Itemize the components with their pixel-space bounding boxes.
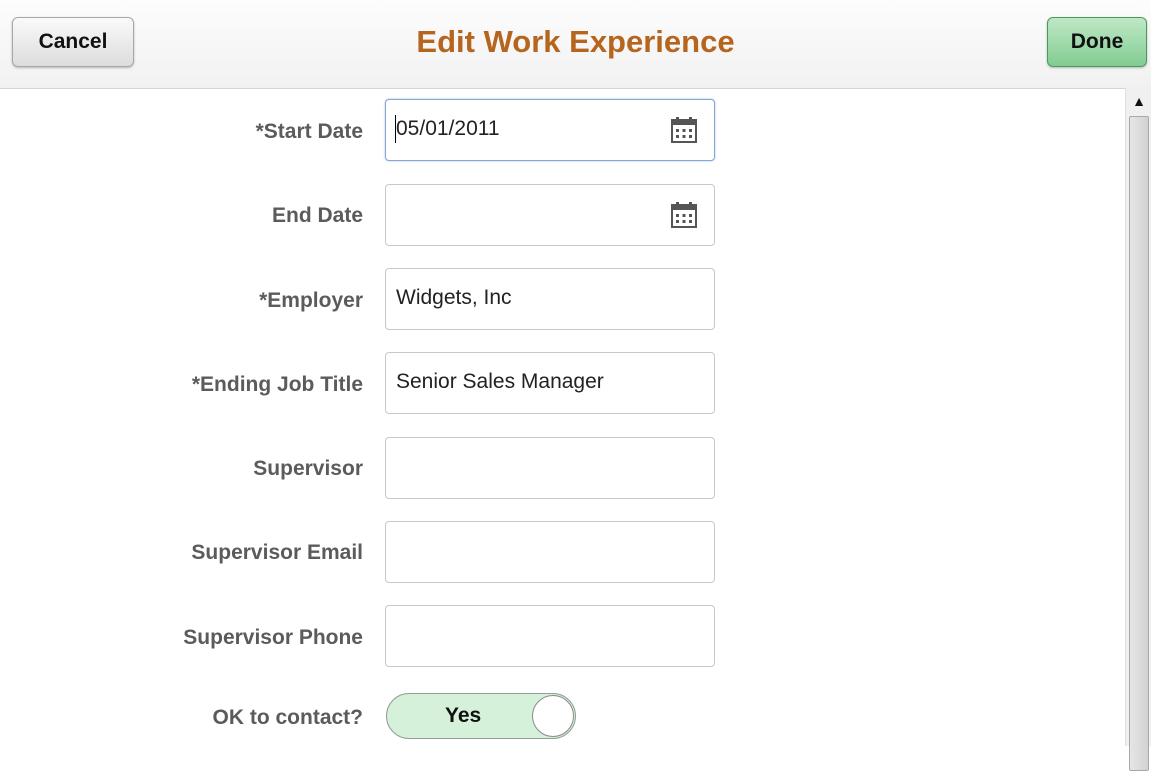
ending-job-title-label: *Ending Job Title [191,373,363,396]
end-date-field[interactable] [385,184,715,246]
employer-field[interactable]: Widgets, Inc [385,268,715,330]
supervisor-phone-label: Supervisor Phone [183,626,363,649]
supervisor-email-label: Supervisor Email [191,541,363,564]
calendar-icon[interactable] [669,115,699,145]
end-date-label: End Date [271,204,363,227]
employer-value: Widgets, Inc [396,286,512,309]
done-button[interactable]: Done [1047,17,1147,67]
start-date-value: 05/01/2011 [396,117,500,140]
calendar-icon[interactable] [669,200,699,230]
page-header: Cancel Edit Work Experience Done [0,0,1151,89]
ending-job-title-field[interactable]: Senior Sales Manager [385,352,715,414]
employer-label: *Employer [259,289,363,312]
vertical-scrollbar[interactable]: ▲ [1125,88,1151,771]
scroll-up-icon[interactable]: ▲ [1126,88,1151,114]
ok-to-contact-label: OK to contact? [212,706,364,729]
supervisor-label: Supervisor [253,457,363,480]
supervisor-email-field[interactable] [385,521,715,583]
scrollbar-thumb[interactable] [1129,116,1149,771]
supervisor-phone-field[interactable] [385,605,715,667]
ok-to-contact-toggle[interactable]: Yes [386,693,576,739]
start-date-label: *Start Date [255,120,363,143]
start-date-field[interactable]: 05/01/2011 [385,99,715,161]
toggle-knob[interactable] [532,695,574,737]
ending-job-title-value: Senior Sales Manager [396,370,604,393]
toggle-state-label: Yes [445,704,482,727]
supervisor-field[interactable] [385,437,715,499]
page-title: Edit Work Experience [416,24,735,59]
